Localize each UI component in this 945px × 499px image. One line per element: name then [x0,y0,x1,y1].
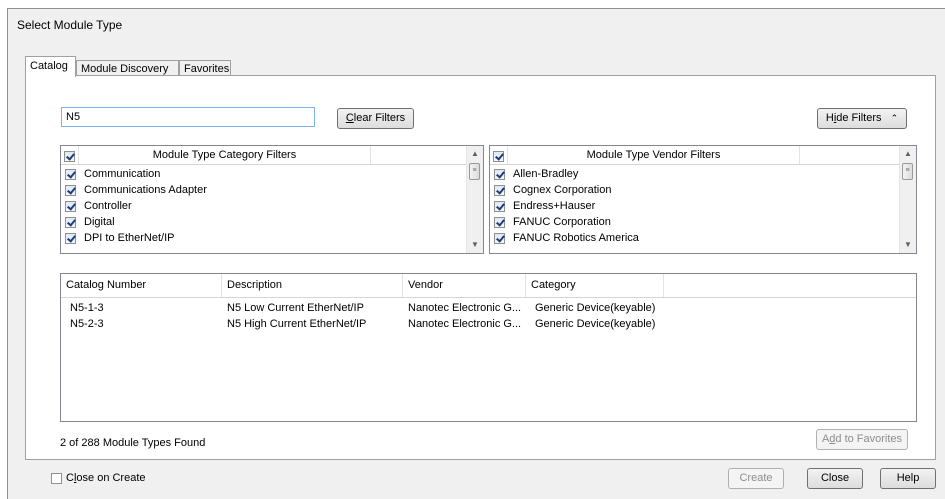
checkbox[interactable] [494,168,505,180]
category-filter-item[interactable]: Communications Adapter [65,182,207,198]
hide-filters-button[interactable]: Hide Filters ⌃ [817,108,907,129]
tab-catalog[interactable]: Catalog [25,56,76,77]
table-header: Catalog Number Description Vendor Catego… [61,274,916,298]
add-to-favorites-button[interactable]: Add to Favorites [816,429,908,450]
checkbox[interactable] [494,232,505,244]
table-row[interactable]: N5-1-3 N5 Low Current EtherNet/IP Nanote… [61,300,916,316]
column-header-vendor[interactable]: Vendor [403,274,526,297]
vendor-filter-item[interactable]: FANUC Corporation [494,214,611,230]
clear-filters-button[interactable]: Clear Filters [337,108,414,129]
checkbox[interactable] [65,200,76,212]
category-filter-item[interactable]: Digital [65,214,115,230]
help-button[interactable]: Help [880,468,936,489]
select-module-type-dialog: Select Module Type Catalog Module Discov… [7,8,945,499]
scroll-thumb[interactable]: ≡ [469,163,480,180]
column-header-description[interactable]: Description [222,274,403,297]
vendor-scrollbar[interactable]: ▲ ≡ ▼ [899,146,916,253]
window-title: Select Module Type [17,18,123,32]
scroll-thumb[interactable]: ≡ [902,163,913,180]
results-count-status: 2 of 288 Module Types Found [60,437,206,449]
scroll-up-arrow-icon[interactable]: ▲ [467,146,483,162]
category-filters-header: Module Type Category Filters [61,146,483,165]
checkbox[interactable] [494,200,505,212]
title-bar[interactable]: Select Module Type [8,9,945,39]
column-header-category[interactable]: Category [526,274,664,297]
search-input[interactable] [61,107,315,127]
vendor-filters-header: Module Type Vendor Filters [490,146,916,165]
vendor-filter-item[interactable]: Allen-Bradley [494,166,578,182]
double-chevron-up-icon: ⌃ [890,113,899,123]
tab-favorites[interactable]: Favorites [179,60,231,76]
tab-module-discovery[interactable]: Module Discovery [76,60,179,76]
select-all-categories-checkbox[interactable] [64,151,75,163]
vendor-filter-item[interactable]: Endress+Hauser [494,198,595,214]
category-filter-item[interactable]: Controller [65,198,132,214]
checkbox[interactable] [494,184,505,196]
create-button[interactable]: Create [728,468,784,489]
checkbox[interactable] [494,216,505,228]
checkbox[interactable] [65,184,76,196]
checkbox[interactable] [65,232,76,244]
vendor-filters-title: Module Type Vendor Filters [508,146,800,164]
close-on-create-option[interactable]: Close on Create [51,472,146,484]
scroll-up-arrow-icon[interactable]: ▲ [900,146,916,162]
close-on-create-checkbox[interactable] [51,472,62,484]
checkbox[interactable] [65,216,76,228]
checkbox[interactable] [65,168,76,180]
category-scrollbar[interactable]: ▲ ≡ ▼ [466,146,483,253]
category-filter-item[interactable]: DPI to EtherNet/IP [65,230,174,246]
select-all-vendors-checkbox[interactable] [493,151,504,163]
category-filters-panel: Module Type Category Filters Communicati… [60,145,484,254]
vendor-filter-item[interactable]: Cognex Corporation [494,182,611,198]
catalog-tab-page: Clear Filters Hide Filters ⌃ Module Type… [25,75,936,460]
column-header-catalog-number[interactable]: Catalog Number [61,274,222,297]
category-filters-title: Module Type Category Filters [79,146,371,164]
module-results-table: Catalog Number Description Vendor Catego… [60,273,917,422]
vendor-filters-panel: Module Type Vendor Filters Allen-Bradley… [489,145,917,254]
category-filter-item[interactable]: Communication [65,166,160,182]
vendor-filter-item[interactable]: FANUC Robotics America [494,230,639,246]
scroll-down-arrow-icon[interactable]: ▼ [467,237,483,253]
close-button[interactable]: Close [807,468,863,489]
scroll-down-arrow-icon[interactable]: ▼ [900,237,916,253]
table-row[interactable]: N5-2-3 N5 High Current EtherNet/IP Nanot… [61,316,916,332]
